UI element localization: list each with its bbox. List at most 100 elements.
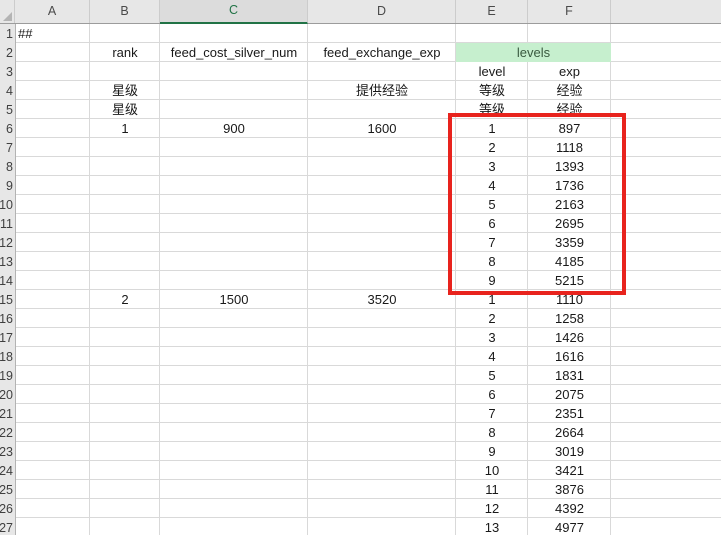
cell-E19[interactable]: 5 xyxy=(456,366,528,385)
row-header-11[interactable]: 11 xyxy=(0,214,15,233)
column-header-F[interactable]: F xyxy=(528,0,611,23)
cell-F17[interactable]: 1426 xyxy=(528,328,611,347)
cell-E17[interactable]: 3 xyxy=(456,328,528,347)
cell-F11[interactable]: 2695 xyxy=(528,214,611,233)
cell-E16[interactable]: 2 xyxy=(456,309,528,328)
cell-B15[interactable]: 2 xyxy=(90,290,160,309)
cell-F20[interactable]: 2075 xyxy=(528,385,611,404)
cell-E23[interactable]: 9 xyxy=(456,442,528,461)
row-header-5[interactable]: 5 xyxy=(0,100,15,119)
row-header-24[interactable]: 24 xyxy=(0,461,15,480)
cell-E26[interactable]: 12 xyxy=(456,499,528,518)
cell-F27[interactable]: 4977 xyxy=(528,518,611,535)
row-header-6[interactable]: 6 xyxy=(0,119,15,138)
row-header-21[interactable]: 21 xyxy=(0,404,15,423)
column-header-B[interactable]: B xyxy=(90,0,160,23)
select-all-corner[interactable] xyxy=(0,0,15,23)
cell-E25[interactable]: 11 xyxy=(456,480,528,499)
cell-E22[interactable]: 8 xyxy=(456,423,528,442)
cell-E3[interactable]: level xyxy=(456,62,528,81)
cell-F9[interactable]: 1736 xyxy=(528,176,611,195)
column-header-E[interactable]: E xyxy=(456,0,528,23)
cell-F3[interactable]: exp xyxy=(528,62,611,81)
cell-E12[interactable]: 7 xyxy=(456,233,528,252)
column-header-C[interactable]: C xyxy=(160,0,308,24)
cell-E9[interactable]: 4 xyxy=(456,176,528,195)
cell-F25[interactable]: 3876 xyxy=(528,480,611,499)
cell-E27[interactable]: 13 xyxy=(456,518,528,535)
cell-B2[interactable]: rank xyxy=(90,43,160,62)
row-number: 18 xyxy=(0,350,15,364)
cell-F13[interactable]: 4185 xyxy=(528,252,611,271)
cell-E4[interactable]: 等级 xyxy=(456,81,528,100)
row-header-14[interactable]: 14 xyxy=(0,271,15,290)
row-header-15[interactable]: 15 xyxy=(0,290,15,309)
cell-E24[interactable]: 10 xyxy=(456,461,528,480)
cell-E10[interactable]: 5 xyxy=(456,195,528,214)
cell-F24[interactable]: 3421 xyxy=(528,461,611,480)
cell-A1[interactable]: ## xyxy=(15,24,90,43)
cell-D15[interactable]: 3520 xyxy=(308,290,456,309)
row-header-12[interactable]: 12 xyxy=(0,233,15,252)
cell-F5[interactable]: 经验 xyxy=(528,100,611,119)
row-header-26[interactable]: 26 xyxy=(0,499,15,518)
row-header-20[interactable]: 20 xyxy=(0,385,15,404)
cell-E20[interactable]: 6 xyxy=(456,385,528,404)
cell-E7[interactable]: 2 xyxy=(456,138,528,157)
row-header-8[interactable]: 8 xyxy=(0,157,15,176)
row-header-9[interactable]: 9 xyxy=(0,176,15,195)
row-header-13[interactable]: 13 xyxy=(0,252,15,271)
cell-E11[interactable]: 6 xyxy=(456,214,528,233)
cell-B5[interactable]: 星级 xyxy=(90,100,160,119)
cell-F21[interactable]: 2351 xyxy=(528,404,611,423)
cell-F4[interactable]: 经验 xyxy=(528,81,611,100)
cell-F6[interactable]: 897 xyxy=(528,119,611,138)
row-header-2[interactable]: 2 xyxy=(0,43,15,62)
row-number: 15 xyxy=(0,293,15,307)
cell-E8[interactable]: 3 xyxy=(456,157,528,176)
cell-D4[interactable]: 提供经验 xyxy=(308,81,456,100)
cell-E14[interactable]: 9 xyxy=(456,271,528,290)
cell-C6[interactable]: 900 xyxy=(160,119,308,138)
cell-F7[interactable]: 1118 xyxy=(528,138,611,157)
cell-D6[interactable]: 1600 xyxy=(308,119,456,138)
row-header-7[interactable]: 7 xyxy=(0,138,15,157)
cell-E2:F2[interactable]: levels xyxy=(456,43,611,62)
row-header-22[interactable]: 22 xyxy=(0,423,15,442)
cell-F10[interactable]: 2163 xyxy=(528,195,611,214)
cell-B4[interactable]: 星级 xyxy=(90,81,160,100)
row-header-3[interactable]: 3 xyxy=(0,62,15,81)
cell-E21[interactable]: 7 xyxy=(456,404,528,423)
cell-B6[interactable]: 1 xyxy=(90,119,160,138)
column-header-D[interactable]: D xyxy=(308,0,456,23)
row-header-27[interactable]: 27 xyxy=(0,518,15,535)
cell-F22[interactable]: 2664 xyxy=(528,423,611,442)
row-header-25[interactable]: 25 xyxy=(0,480,15,499)
cell-F12[interactable]: 3359 xyxy=(528,233,611,252)
cell-F19[interactable]: 1831 xyxy=(528,366,611,385)
column-header-A[interactable]: A xyxy=(15,0,90,23)
row-header-10[interactable]: 10 xyxy=(0,195,15,214)
cell-E6[interactable]: 1 xyxy=(456,119,528,138)
cell-E15[interactable]: 1 xyxy=(456,290,528,309)
row-header-16[interactable]: 16 xyxy=(0,309,15,328)
cell-C2[interactable]: feed_cost_silver_num xyxy=(160,43,308,62)
cell-D2[interactable]: feed_exchange_exp xyxy=(308,43,456,62)
cell-E5[interactable]: 等级 xyxy=(456,100,528,119)
cell-E13[interactable]: 8 xyxy=(456,252,528,271)
cell-C15[interactable]: 1500 xyxy=(160,290,308,309)
cell-F8[interactable]: 1393 xyxy=(528,157,611,176)
cell-F23[interactable]: 3019 xyxy=(528,442,611,461)
row-header-17[interactable]: 17 xyxy=(0,328,15,347)
cell-F16[interactable]: 1258 xyxy=(528,309,611,328)
cell-F15[interactable]: 1110 xyxy=(528,290,611,309)
cell-F14[interactable]: 5215 xyxy=(528,271,611,290)
row-header-1[interactable]: 1 xyxy=(0,24,15,43)
row-header-18[interactable]: 18 xyxy=(0,347,15,366)
cell-F26[interactable]: 4392 xyxy=(528,499,611,518)
cell-F18[interactable]: 1616 xyxy=(528,347,611,366)
row-header-23[interactable]: 23 xyxy=(0,442,15,461)
row-header-19[interactable]: 19 xyxy=(0,366,15,385)
row-header-4[interactable]: 4 xyxy=(0,81,15,100)
cell-E18[interactable]: 4 xyxy=(456,347,528,366)
